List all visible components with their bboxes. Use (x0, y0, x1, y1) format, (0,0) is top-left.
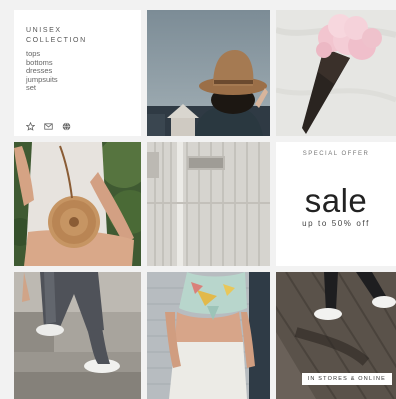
collection-title-line2: COLLECTION (26, 37, 87, 44)
star-icon[interactable] (26, 122, 35, 131)
offer-label: SPECIAL OFFER (302, 151, 370, 157)
collage-grid: UNISEX COLLECTION tops bottoms dresses j… (0, 0, 396, 399)
sale-title: sale (304, 182, 368, 219)
photo-flower-cone[interactable] (276, 10, 396, 136)
social-icons (26, 122, 71, 131)
collection-title-line1: UNISEX (26, 27, 62, 34)
photo-hat-person[interactable] (147, 10, 270, 136)
mail-icon[interactable] (44, 122, 53, 131)
sale-subtitle: up to 50% off (302, 219, 370, 228)
special-offer-panel: SPECIAL OFFER sale up to 50% off (276, 142, 396, 266)
photo-tie-top[interactable] (147, 272, 270, 399)
photo-boardwalk[interactable]: IN STORES & ONLINE (276, 272, 396, 399)
category-item-set[interactable]: set (26, 84, 58, 93)
collection-panel: UNISEX COLLECTION tops bottoms dresses j… (14, 10, 141, 136)
photo-sneakers-steps[interactable] (14, 272, 141, 399)
collection-title: UNISEX COLLECTION (26, 26, 126, 46)
store-banner[interactable]: IN STORES & ONLINE (301, 373, 392, 385)
photo-metal-wall[interactable] (147, 142, 270, 266)
globe-icon[interactable] (62, 122, 71, 131)
photo-rattan-bag[interactable] (14, 142, 141, 266)
category-list: tops bottoms dresses jumpsuits set (26, 49, 58, 93)
